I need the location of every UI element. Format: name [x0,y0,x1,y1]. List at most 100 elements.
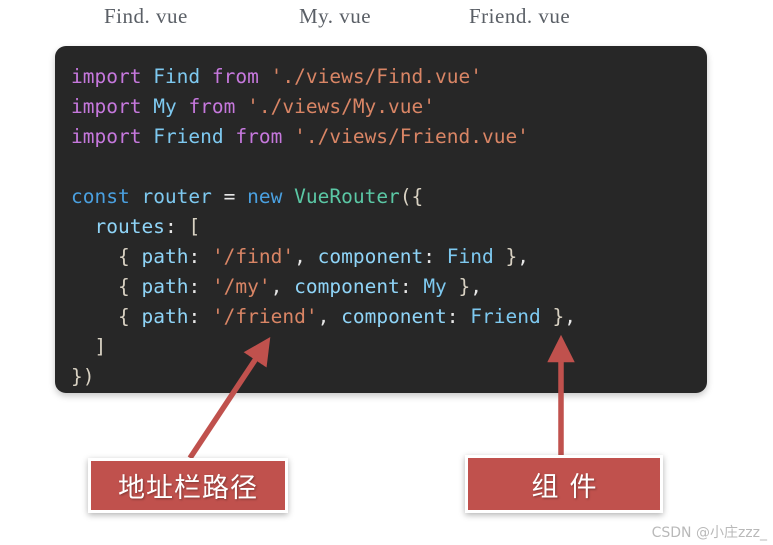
code-token: = [223,185,236,208]
code-token: { [117,305,130,328]
code-line-import-friend: import Friend from './views/Friend.vue' [71,122,707,152]
code-line-router-close: }) [71,362,707,392]
code-token: './views/My.vue' [247,95,435,118]
annotation-box-address-bar-path: 地址栏路径 [88,458,288,513]
code-token: component [294,275,400,298]
code-line-routes-open: routes: [ [71,212,707,242]
code-token: My [423,275,447,298]
code-token: import [71,125,142,148]
code-token: ({ [399,185,424,208]
code-token: } [458,275,471,298]
code-token: '/friend' [211,305,318,328]
annotation-box-component: 组件 [465,455,663,513]
code-token: const [71,185,130,208]
code-token: : [399,275,412,298]
code-token: './views/Friend.vue' [294,125,529,148]
code-token: : [423,245,436,268]
code-token: : [164,215,177,238]
file-label-my: My. vue [299,4,372,28]
code-token: : [188,305,201,328]
code-token: Find [446,245,494,268]
annotation-label-address-bar-path: 地址栏路径 [118,473,258,504]
code-token: { [117,275,130,298]
code-token: : [188,245,201,268]
code-token: Friend [153,125,224,148]
code-token: routes [94,215,165,238]
watermark: CSDN @小庄zzz_ [651,525,767,541]
code-token: : [446,305,459,328]
code-block: import Find from './views/Find.vue' impor… [55,46,707,393]
code-token: : [188,275,201,298]
code-token: My [153,95,177,118]
code-token: { [117,245,130,268]
code-token: , [517,245,530,268]
code-token: import [71,95,142,118]
code-token: from [235,125,283,148]
code-token: import [71,65,142,88]
code-token: }) [71,365,95,388]
code-body: import Find from './views/Find.vue' impor… [71,62,707,392]
code-token: ] [94,335,107,358]
code-line-route-find: { path: '/find', component: Find }, [71,242,707,272]
code-line-routes-close: ] [71,332,707,362]
code-token: , [317,305,330,328]
code-line-blank-1 [71,152,707,182]
code-token: '/my' [211,275,271,298]
code-token: router [141,185,212,208]
code-token: '/find' [211,245,295,268]
code-token: Friend [470,305,541,328]
code-token: new [247,185,283,208]
code-token: [ [188,215,201,238]
code-token: from [188,95,236,118]
code-token: Find [153,65,201,88]
code-line-route-my: { path: '/my', component: My }, [71,272,707,302]
code-token: } [505,245,518,268]
code-token: from [211,65,259,88]
code-line-import-my: import My from './views/My.vue' [71,92,707,122]
code-token: VueRouter [294,185,400,208]
file-label-friend: Friend. vue [469,4,571,28]
code-token: component [317,245,424,268]
code-line-router-decl: const router = new VueRouter({ [71,182,707,212]
annotation-label-component: 组件 [531,471,608,503]
code-line-route-friend: { path: '/friend', component: Friend }, [71,302,707,332]
code-token: } [552,305,565,328]
code-token: component [341,305,447,328]
code-token: path [141,275,189,298]
file-label-find: Find. vue [104,4,188,28]
